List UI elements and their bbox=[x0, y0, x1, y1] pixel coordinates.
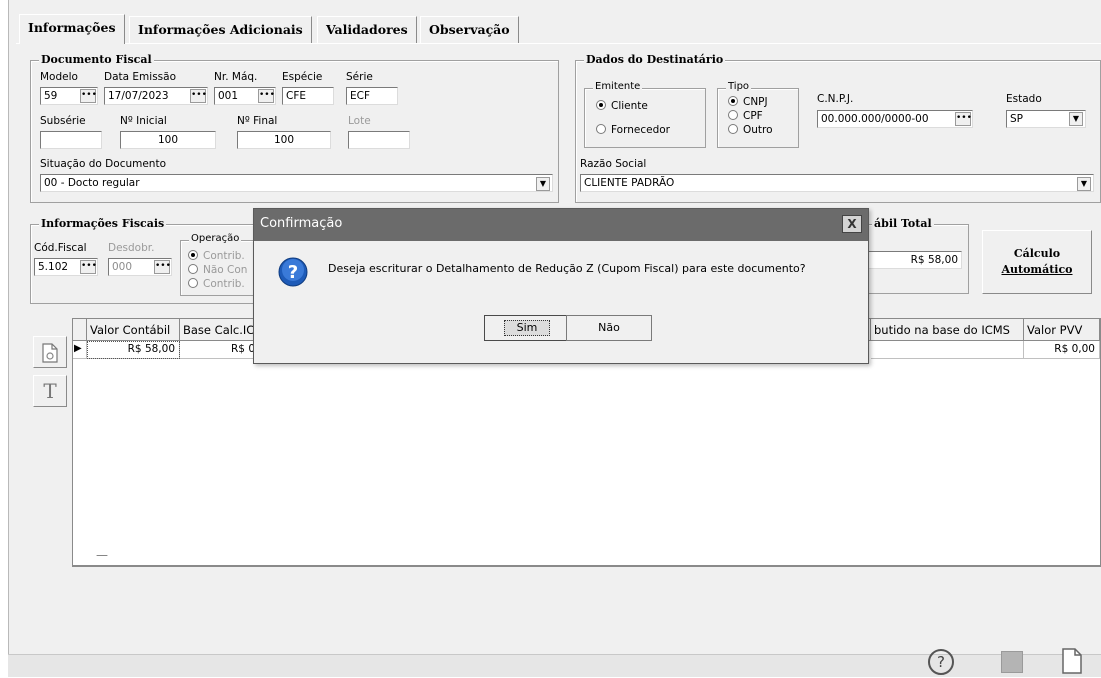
contabil-total-field: R$ 58,00 bbox=[866, 251, 962, 269]
confirmation-dialog: Confirmação X ? Deseja escriturar o Deta… bbox=[253, 208, 869, 364]
situacao-label: Situação do Documento bbox=[40, 158, 167, 170]
close-icon[interactable]: X bbox=[842, 215, 862, 233]
n-final-label: Nº Final bbox=[237, 115, 278, 127]
grid-header-base-calc[interactable]: Base Calc.IC bbox=[180, 319, 260, 341]
tipo-cnpj-radio[interactable]: CNPJ bbox=[728, 96, 768, 108]
cnpj-label: C.N.P.J. bbox=[817, 93, 854, 105]
subserie-field[interactable] bbox=[40, 131, 102, 149]
razao-social-dropdown-icon[interactable]: ▼ bbox=[1077, 177, 1091, 191]
desdobr-label: Desdobr. bbox=[108, 242, 155, 254]
estado-dropdown-icon[interactable]: ▼ bbox=[1069, 112, 1083, 126]
row-indicator-icon: ▶ bbox=[73, 341, 87, 359]
operacao-contrib2-radio: Contrib. bbox=[188, 278, 245, 290]
operacao-label: Operação bbox=[189, 233, 242, 244]
subserie-label: Subsérie bbox=[40, 115, 86, 127]
cell-valor-pvv[interactable]: R$ 0,00 bbox=[1024, 341, 1100, 359]
especie-label: Espécie bbox=[282, 71, 323, 83]
grid-bottom-border bbox=[72, 566, 1101, 567]
data-emissao-label: Data Emissão bbox=[104, 71, 176, 83]
export-icon[interactable] bbox=[1060, 647, 1084, 678]
cell-base-calc[interactable]: R$ 0 bbox=[180, 341, 260, 359]
emitente-fornecedor-radio[interactable]: Fornecedor bbox=[596, 124, 670, 136]
tab-informacoes[interactable]: Informações bbox=[19, 14, 125, 44]
text-tool-button[interactable]: T bbox=[33, 375, 67, 407]
desdobr-lookup-button: ••• bbox=[154, 260, 171, 274]
lote-field bbox=[348, 131, 410, 149]
tipo-label: Tipo bbox=[726, 81, 752, 92]
nr-maq-label: Nr. Máq. bbox=[214, 71, 258, 83]
tab-divider bbox=[16, 43, 1101, 44]
emitente-label: Emitente bbox=[593, 81, 643, 92]
situacao-dropdown-icon[interactable]: ▼ bbox=[536, 177, 550, 191]
razao-social-label: Razão Social bbox=[580, 158, 647, 170]
question-icon-svg: ? bbox=[278, 257, 308, 287]
cnpj-field[interactable]: 00.000.000/0000-00 bbox=[817, 110, 973, 128]
grid-header-icms-base[interactable]: butido na base do ICMS bbox=[871, 319, 1024, 341]
question-icon: ? bbox=[278, 257, 308, 290]
contabil-total-title: ábil Total bbox=[872, 217, 934, 230]
cell-focus bbox=[87, 341, 180, 359]
situacao-select[interactable]: 00 - Docto regular bbox=[40, 174, 553, 192]
n-final-field[interactable]: 100 bbox=[237, 131, 331, 149]
save-icon[interactable] bbox=[1001, 651, 1023, 673]
dialog-title-bar[interactable]: Confirmação bbox=[254, 209, 868, 241]
document-icon[interactable] bbox=[33, 336, 67, 368]
grid-header-valor-contabil[interactable]: Valor Contábil bbox=[87, 319, 180, 341]
emitente-cliente-radio[interactable]: Cliente bbox=[596, 100, 648, 112]
grid-header-valor-pvv[interactable]: Valor PVV bbox=[1024, 319, 1100, 341]
export-icon-svg bbox=[1062, 648, 1082, 674]
help-icon[interactable]: ? bbox=[928, 649, 954, 675]
yes-button[interactable]: Sim bbox=[484, 315, 570, 341]
operacao-nao-contrib-radio: Não Con bbox=[188, 264, 247, 276]
automatico-label: Automático bbox=[1001, 263, 1073, 276]
serie-field[interactable]: ECF bbox=[346, 87, 398, 105]
razao-social-select[interactable]: CLIENTE PADRÃO bbox=[580, 174, 1094, 192]
estado-label: Estado bbox=[1006, 93, 1042, 105]
informacoes-fiscais-title: Informações Fiscais bbox=[39, 217, 167, 230]
yes-button-label: Sim bbox=[503, 320, 551, 336]
tab-validadores[interactable]: Validadores bbox=[317, 16, 417, 43]
emitente-group: Emitente bbox=[584, 81, 706, 148]
tab-informacoes-adicionais[interactable]: Informações Adicionais bbox=[129, 16, 312, 43]
documento-fiscal-title: Documento Fiscal bbox=[39, 53, 154, 66]
cod-fiscal-lookup-button[interactable]: ••• bbox=[80, 260, 97, 274]
tipo-cpf-radio[interactable]: CPF bbox=[728, 110, 763, 122]
grid-footer-dash: — bbox=[96, 548, 108, 562]
destinatario-title: Dados do Destinatário bbox=[584, 53, 726, 66]
operacao-contrib-radio: Contrib. bbox=[188, 250, 245, 262]
svg-text:?: ? bbox=[288, 262, 298, 283]
dialog-title: Confirmação bbox=[260, 216, 343, 231]
no-button[interactable]: Não bbox=[566, 315, 652, 341]
tipo-outro-radio[interactable]: Outro bbox=[728, 124, 773, 136]
nr-maq-lookup-button[interactable]: ••• bbox=[258, 89, 275, 103]
document-icon-svg bbox=[42, 343, 58, 363]
cell-icms-base[interactable] bbox=[871, 341, 1024, 359]
bottom-bar: ? bbox=[8, 648, 1101, 677]
dialog-message: Deseja escriturar o Detalhamento de Redu… bbox=[328, 262, 806, 275]
tab-observacao[interactable]: Observação bbox=[420, 16, 519, 43]
n-inicial-field[interactable]: 100 bbox=[120, 131, 216, 149]
modelo-label: Modelo bbox=[40, 71, 78, 83]
cnpj-lookup-button[interactable]: ••• bbox=[955, 112, 972, 126]
grid-corner bbox=[73, 319, 87, 341]
date-picker-button[interactable]: ••• bbox=[190, 89, 207, 103]
lote-label: Lote bbox=[348, 115, 371, 127]
cod-fiscal-label: Cód.Fiscal bbox=[34, 242, 87, 254]
n-inicial-label: Nº Inicial bbox=[120, 115, 167, 127]
modelo-lookup-button[interactable]: ••• bbox=[80, 89, 97, 103]
calculo-label: Cálculo bbox=[1013, 247, 1061, 260]
calculo-automatico-button[interactable]: Cálculo Automático bbox=[982, 230, 1092, 294]
no-button-label: Não bbox=[598, 321, 620, 334]
serie-label: Série bbox=[346, 71, 373, 83]
especie-field[interactable]: CFE bbox=[282, 87, 334, 105]
